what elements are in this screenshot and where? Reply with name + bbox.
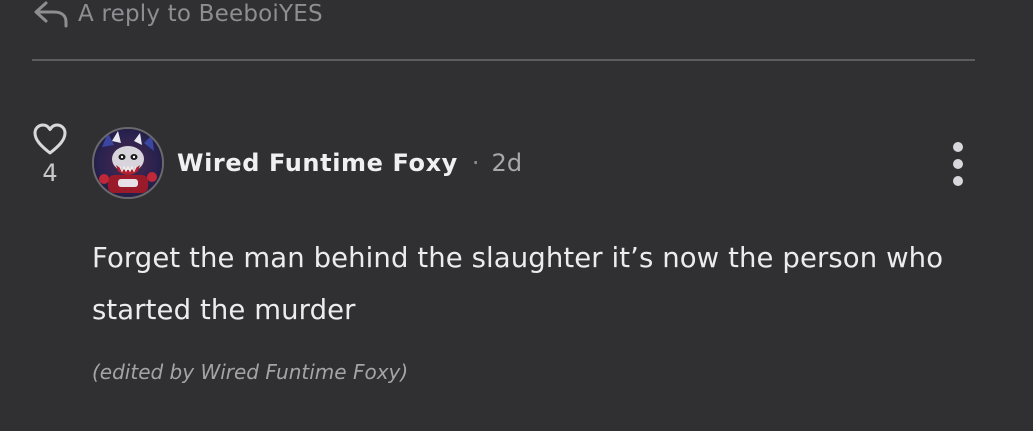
timestamp: 2d <box>491 149 523 177</box>
comment-body: Forget the man behind the slaughter it’s… <box>92 242 944 326</box>
comment-thread: A reply to BeeboiYES 4 Wired Funtime Fox… <box>0 0 1033 431</box>
like-count: 4 <box>42 159 58 187</box>
separator-dot: · <box>471 149 480 177</box>
reply-context-text: A reply to BeeboiYES <box>78 1 323 27</box>
comment-header: Wired Funtime Foxy · 2d <box>177 145 522 181</box>
reply-arrow-icon <box>34 1 68 28</box>
more-vertical-icon-dot <box>953 176 963 186</box>
avatar-image <box>94 129 162 197</box>
more-options-button[interactable] <box>944 142 972 186</box>
more-vertical-icon-dot <box>953 159 963 169</box>
avatar[interactable] <box>92 127 164 199</box>
divider <box>32 59 975 61</box>
author-name[interactable]: Wired Funtime Foxy <box>177 149 458 177</box>
edited-note: (edited by Wired Funtime Foxy) <box>92 360 409 384</box>
reply-context-link[interactable]: A reply to BeeboiYES <box>32 0 323 28</box>
heart-icon[interactable] <box>31 121 69 157</box>
more-vertical-icon-dot <box>953 142 963 152</box>
like-control: 4 <box>30 121 70 185</box>
